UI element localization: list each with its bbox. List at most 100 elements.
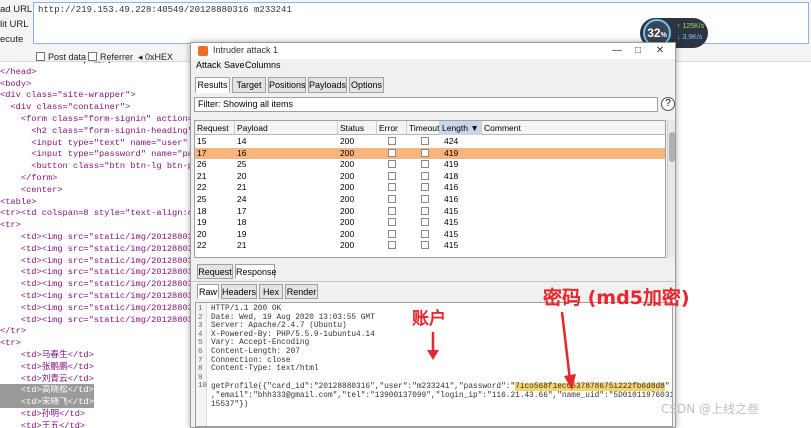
cell-payload: 24	[237, 194, 247, 204]
source-line: <h2 class="form-signin-heading">代	[0, 125, 200, 136]
help-icon[interactable]: ?	[661, 97, 675, 111]
maximize-icon[interactable]: □	[631, 44, 645, 58]
tab-hex[interactable]: Hex	[259, 284, 283, 299]
timeout-checkbox	[421, 241, 429, 250]
source-line: <td><img src="static/img/201288031	[0, 232, 199, 242]
source-line: <td>刘青云</td>	[0, 373, 94, 384]
cell-payload: 17	[237, 205, 247, 216]
cell-length: 419	[444, 147, 459, 158]
source-line: <form class="form-signin" action="i	[0, 114, 200, 124]
menu-attack[interactable]: Attack	[196, 60, 221, 70]
source-line: </tr>	[0, 326, 27, 337]
source-line: <body>	[0, 78, 32, 89]
sort-desc-icon: ▼	[470, 123, 479, 133]
password-hash[interactable]: 7ico568f1ec6537878675i222fb6d8d8	[515, 383, 665, 391]
table-row[interactable]: 18 17 200 415	[195, 205, 665, 217]
source-line: <td>宋晓飞</td>	[0, 396, 94, 409]
split-url-button[interactable]: lit URL	[0, 18, 29, 32]
col-payload[interactable]: Payload	[235, 121, 338, 135]
tab-request[interactable]: Request	[197, 264, 233, 279]
tab-payloads[interactable]: Payloads	[308, 77, 347, 93]
source-line: <td><img src="static/img/201288031	[0, 243, 199, 254]
timeout-checkbox	[421, 218, 429, 227]
source-line: <td>孙明</td>	[0, 409, 86, 419]
error-checkbox	[388, 148, 396, 157]
cell-length: 419	[444, 159, 459, 170]
tab-target[interactable]: Target	[232, 77, 266, 93]
error-checkbox	[388, 171, 396, 180]
error-checkbox	[388, 218, 396, 227]
table-row[interactable]: 21 20 200 418	[195, 170, 665, 182]
response-json-line: getProfile({"card_id":"20128880316","use…	[211, 383, 670, 391]
minimize-icon[interactable]: —	[610, 44, 624, 58]
cell-status: 200	[340, 159, 355, 170]
referrer-label: Referrer	[100, 52, 134, 62]
source-line: <tr>	[0, 220, 21, 231]
timeout-checkbox	[421, 183, 429, 192]
tab-render[interactable]: Render	[285, 284, 318, 299]
table-scrollbar[interactable]	[667, 120, 675, 258]
table-row[interactable]: 25 24 200 416	[195, 194, 665, 205]
source-line: <td><img src="static/img/201288031	[0, 267, 199, 278]
timeout-checkbox	[421, 137, 429, 145]
cell-request: 15	[197, 136, 207, 146]
menu-columns[interactable]: Columns	[245, 60, 281, 70]
table-row[interactable]: 22 21 200 416	[195, 182, 665, 193]
results-filter-bar[interactable]: Filter: Showing all items	[194, 97, 658, 112]
scrollbar-thumb[interactable]	[669, 132, 675, 162]
cell-request: 18	[197, 205, 207, 216]
cell-payload: 16	[237, 147, 247, 158]
table-row[interactable]: 22 21 200 415	[195, 240, 665, 251]
tab-raw[interactable]: Raw	[197, 284, 219, 299]
table-row[interactable]: 20 19 200 415	[195, 228, 665, 240]
col-comment[interactable]: Comment	[482, 121, 665, 135]
col-status[interactable]: Status	[338, 121, 377, 135]
source-line: <td><img src="static/img/201288031	[0, 291, 199, 301]
table-row[interactable]: 15 14 200 424	[195, 136, 665, 147]
tab-response[interactable]: Response	[235, 264, 277, 279]
source-line: <div class="site-wrapper">	[0, 90, 136, 101]
error-checkbox	[388, 183, 396, 192]
table-header: Request Payload Status Error Timeout Len…	[195, 121, 665, 135]
cell-length: 416	[444, 194, 459, 204]
window-titlebar: Intruder attack 1 — □ ✕	[191, 43, 675, 59]
tab-headers[interactable]: Headers	[221, 284, 257, 299]
timeout-checkbox	[421, 160, 429, 169]
table-row[interactable]: 17 16 200 419	[195, 147, 665, 159]
page-source-view: :Look JavaScript源码 --></head><body><div …	[0, 62, 200, 428]
cell-status: 200	[340, 194, 355, 204]
cell-payload: 25	[237, 159, 247, 170]
tab-options[interactable]: Options	[349, 77, 384, 93]
load-url-button[interactable]: ad URL	[0, 3, 32, 17]
table-row[interactable]: 26 25 200 419	[195, 159, 665, 170]
referrer-checkbox[interactable]	[88, 52, 97, 61]
cell-request: 19	[197, 217, 207, 228]
close-icon[interactable]: ✕	[653, 44, 667, 58]
menu-bar: Attack Save Columns	[191, 59, 675, 73]
col-error[interactable]: Error	[377, 121, 407, 135]
source-line: <td><img src="static/img/201288031	[0, 255, 199, 266]
cell-payload: 21	[237, 240, 247, 251]
account-arrow-icon	[427, 332, 439, 360]
response-line: Content-Type: text/html	[211, 365, 319, 374]
timeout-checkbox	[421, 171, 429, 180]
col-request[interactable]: Request	[195, 121, 235, 135]
menu-save[interactable]: Save	[224, 60, 245, 70]
cell-request: 26	[197, 159, 207, 170]
cell-status: 200	[340, 147, 355, 158]
timeout-checkbox	[421, 206, 429, 215]
table-row[interactable]: 19 18 200 415	[195, 217, 665, 228]
col-timeout[interactable]: Timeout	[407, 121, 440, 135]
timeout-checkbox	[421, 195, 429, 203]
response-json-line-3: 15537"})	[211, 401, 249, 409]
tab-positions[interactable]: Positions	[268, 77, 306, 93]
cell-payload: 18	[237, 217, 247, 228]
col-length[interactable]: Length ▼	[440, 121, 482, 135]
post-data-checkbox[interactable]	[36, 52, 45, 61]
col-length-label: Length	[442, 123, 468, 133]
execute-button[interactable]: ecute	[0, 33, 23, 47]
source-line: <td><img src="static/img/201288031	[0, 302, 199, 313]
cell-status: 200	[340, 170, 355, 181]
tab-results[interactable]: Results	[195, 77, 230, 93]
cell-length: 415	[444, 228, 459, 239]
